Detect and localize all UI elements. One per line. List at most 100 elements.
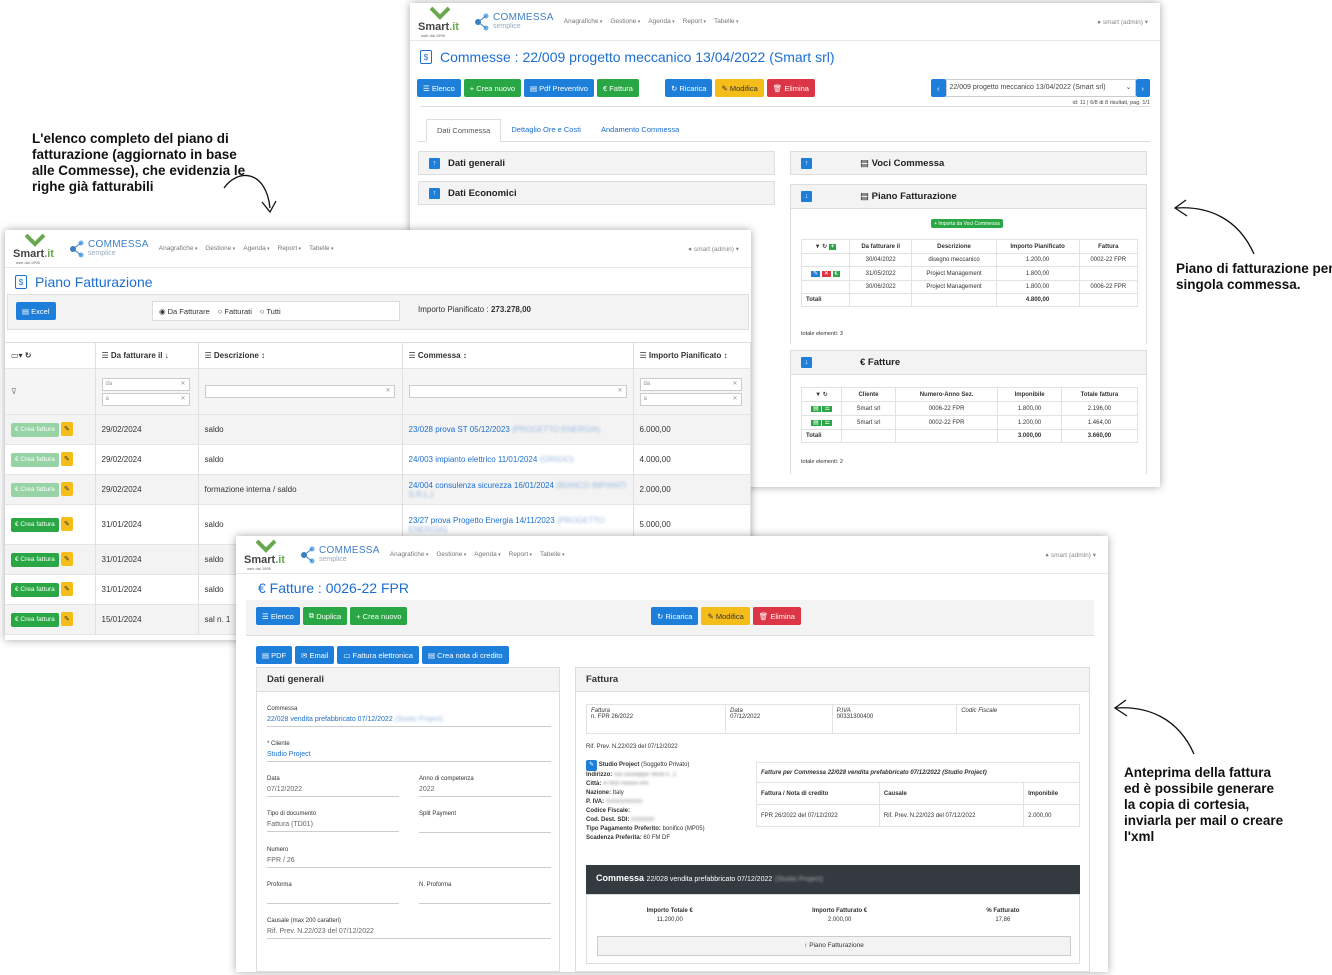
menu-agenda[interactable]: Agenda — [648, 18, 674, 25]
stat-item: % Fatturato 17,86 — [986, 908, 1020, 923]
anno-field[interactable]: 2022 — [419, 782, 551, 797]
crea-fattura-button[interactable]: € Crea fattura — [11, 422, 59, 437]
modifica-button[interactable]: ✎ Modifica — [701, 607, 750, 625]
user-menu[interactable]: ● smart (admin) ▾ — [1097, 18, 1148, 26]
crea-fattura-button[interactable]: € Crea fattura — [11, 552, 59, 567]
crea-fattura-button[interactable]: € Crea fattura — [11, 452, 59, 467]
pdf-icon[interactable]: ▤ — [811, 420, 821, 426]
crea-fattura-button[interactable]: € Crea fattura — [11, 482, 59, 497]
menu-report[interactable]: Report — [683, 18, 706, 25]
note-right-bottom: Anteprima della fattura ed è possibile g… — [1124, 765, 1284, 844]
record-selector[interactable]: 22/009 progetto meccanico 13/04/2022 (Sm… — [945, 79, 1136, 97]
table-row: 30/04/2022 disegno meccanico 1.200,00 0002-… — [801, 253, 1138, 267]
radio-tutti[interactable]: ○ Tutti — [260, 307, 281, 316]
elimina-button[interactable]: 🗑 Elimina — [766, 79, 815, 97]
email-button[interactable]: ✉ Email — [295, 646, 335, 664]
crea-nuovo-button[interactable]: + Crea nuovo — [463, 79, 521, 97]
fattura-button[interactable]: € Fattura — [596, 79, 639, 97]
arrow-up-icon: ↑ — [429, 157, 440, 169]
tab-dettaglio-ore[interactable]: Dettaglio Ore e Costi — [501, 119, 591, 141]
commessa-link[interactable]: 24/003 impianto elettrico 11/01/2024 — [409, 455, 538, 464]
menu-report[interactable]: Report — [509, 551, 532, 558]
menu-anagrafiche[interactable]: Anagrafiche — [564, 18, 603, 25]
commessa-filter-input[interactable]: ✕ — [408, 385, 627, 398]
section-voci-commessa[interactable]: ↑ ▤ Voci Commessa — [790, 151, 1147, 175]
menu-gestione[interactable]: Gestione — [205, 245, 235, 252]
edit-icon[interactable]: ✎ — [60, 582, 73, 597]
commessa-link[interactable]: 23/028 prova ST 05/12/2023 — [409, 425, 510, 434]
commessa-link[interactable]: 24/004 consulenza sicurezza 16/01/2024 — [409, 481, 554, 490]
importo-from-input[interactable]: da ✕ — [639, 377, 742, 391]
n-proforma-field[interactable] — [419, 888, 551, 904]
delete-icon[interactable]: ✕ — [821, 271, 831, 277]
menu-anagrafiche[interactable]: Anagrafiche — [159, 245, 198, 252]
edit-icon[interactable]: ✎ — [60, 552, 73, 567]
data-field[interactable]: 07/12/2022 — [267, 782, 399, 797]
section-dati-economici[interactable]: ↑ Dati Economici — [418, 181, 775, 205]
importa-voci-button[interactable]: + Importa da Voci Commessa — [931, 219, 1003, 228]
crea-fattura-button[interactable]: € Crea fattura — [11, 612, 59, 627]
menu-agenda[interactable]: Agenda — [243, 245, 269, 252]
edit-icon[interactable]: ✎ — [811, 271, 821, 277]
importo-to-input[interactable]: a ✕ — [639, 392, 742, 406]
menu-report[interactable]: Report — [278, 245, 301, 252]
edit-icon[interactable]: ✎ — [60, 452, 73, 467]
edit-icon[interactable]: ✎ — [60, 422, 73, 437]
numero-field[interactable]: FPR / 26 — [267, 853, 551, 868]
edit-icon[interactable]: ✎ — [60, 612, 73, 627]
descrizione-filter-input[interactable]: ✕ — [204, 385, 395, 398]
user-menu[interactable]: ● smart (admin) ▾ — [1045, 551, 1096, 559]
view-icon[interactable]: ☰ — [822, 406, 832, 412]
view-icon[interactable]: ☰ — [822, 420, 832, 426]
edit-icon[interactable]: ✎ — [60, 517, 73, 532]
ricarica-button[interactable]: ↻ Ricarica — [651, 607, 699, 625]
cliente-field[interactable]: Studio Project — [267, 747, 551, 762]
elimina-button[interactable]: 🗑 Elimina — [752, 607, 801, 625]
edit-cliente-icon[interactable]: ✎ — [586, 760, 598, 771]
date-to-input[interactable]: a ✕ — [101, 392, 190, 406]
page-title: € Fatture : 0026-22 FPR — [258, 580, 409, 596]
crea-nuovo-button[interactable]: + Crea nuovo — [350, 607, 408, 625]
elenco-button[interactable]: ☰ Elenco — [417, 79, 461, 97]
ricarica-button[interactable]: ↻ Ricarica — [665, 79, 713, 97]
piano-fatturazione-panel: ↓ ▤ Piano Fatturazione + Importa da Voci … — [790, 184, 1147, 344]
elenco-button[interactable]: ☰ Elenco — [256, 607, 300, 625]
menu-tabelle[interactable]: Tabelle — [714, 18, 739, 25]
user-menu[interactable]: ● smart (admin) ▾ — [688, 245, 739, 253]
split-payment-field[interactable] — [419, 817, 551, 833]
next-record-button[interactable]: › — [1135, 79, 1150, 97]
excel-button[interactable]: ▤ Excel — [16, 302, 56, 320]
causale-field[interactable]: Rif. Prev. N.22/023 del 07/12/2022 — [267, 924, 551, 939]
tipo-documento-field[interactable]: Fattura (TD01) — [267, 817, 399, 832]
proforma-field[interactable] — [267, 888, 399, 904]
pdf-icon[interactable]: ▤ — [811, 406, 821, 412]
section-dati-generali[interactable]: ↑ Dati generali — [418, 151, 775, 175]
menu-tabelle[interactable]: Tabelle — [309, 245, 334, 252]
pdf-button[interactable]: ▤ PDF — [256, 646, 293, 664]
edit-icon[interactable]: ✎ — [60, 482, 73, 497]
modifica-button[interactable]: ✎ Modifica — [715, 79, 764, 97]
commessa-bar: Commessa 22/028 vendita prefabbricato 07… — [586, 865, 1080, 894]
prev-record-button[interactable]: ‹ — [931, 79, 946, 97]
menu-gestione[interactable]: Gestione — [610, 18, 640, 25]
radio-fatturati[interactable]: ○ Fatturati — [218, 307, 252, 316]
duplica-button[interactable]: ⧉ Duplica — [302, 607, 348, 625]
menu-anagrafiche[interactable]: Anagrafiche — [390, 551, 429, 558]
crea-fattura-button[interactable]: € Crea fattura — [11, 517, 59, 532]
menu-gestione[interactable]: Gestione — [436, 551, 466, 558]
main-menu: Anagrafiche Gestione Agenda Report Tabel… — [564, 18, 739, 25]
fattura-elettronica-button[interactable]: ▭ Fattura elettronica — [337, 646, 419, 664]
date-from-input[interactable]: da ✕ — [101, 377, 190, 391]
piano-fatturazione-button[interactable]: ↑ Piano Fatturazione — [597, 936, 1071, 956]
commessa-link[interactable]: 22/028 vendita prefabbricato 07/12/2022 — [267, 716, 393, 723]
crea-fattura-button[interactable]: € Crea fattura — [11, 582, 59, 597]
radio-da-fatturare[interactable]: ◉ Da Fatturare — [159, 307, 210, 316]
tab-andamento[interactable]: Andamento Commessa — [591, 119, 689, 141]
invoice-icon[interactable]: € — [832, 271, 840, 277]
commessa-link[interactable]: 23/27 prova Progetto Energia 14/11/2023 — [409, 516, 555, 525]
menu-agenda[interactable]: Agenda — [474, 551, 500, 558]
menu-tabelle[interactable]: Tabelle — [540, 551, 565, 558]
pdf-preventivo-button[interactable]: ▤ Pdf Preventivo — [524, 79, 594, 97]
nota-credito-button[interactable]: ▤ Crea nota di credito — [421, 646, 509, 664]
tab-dati-commessa[interactable]: Dati Commessa — [426, 119, 502, 142]
